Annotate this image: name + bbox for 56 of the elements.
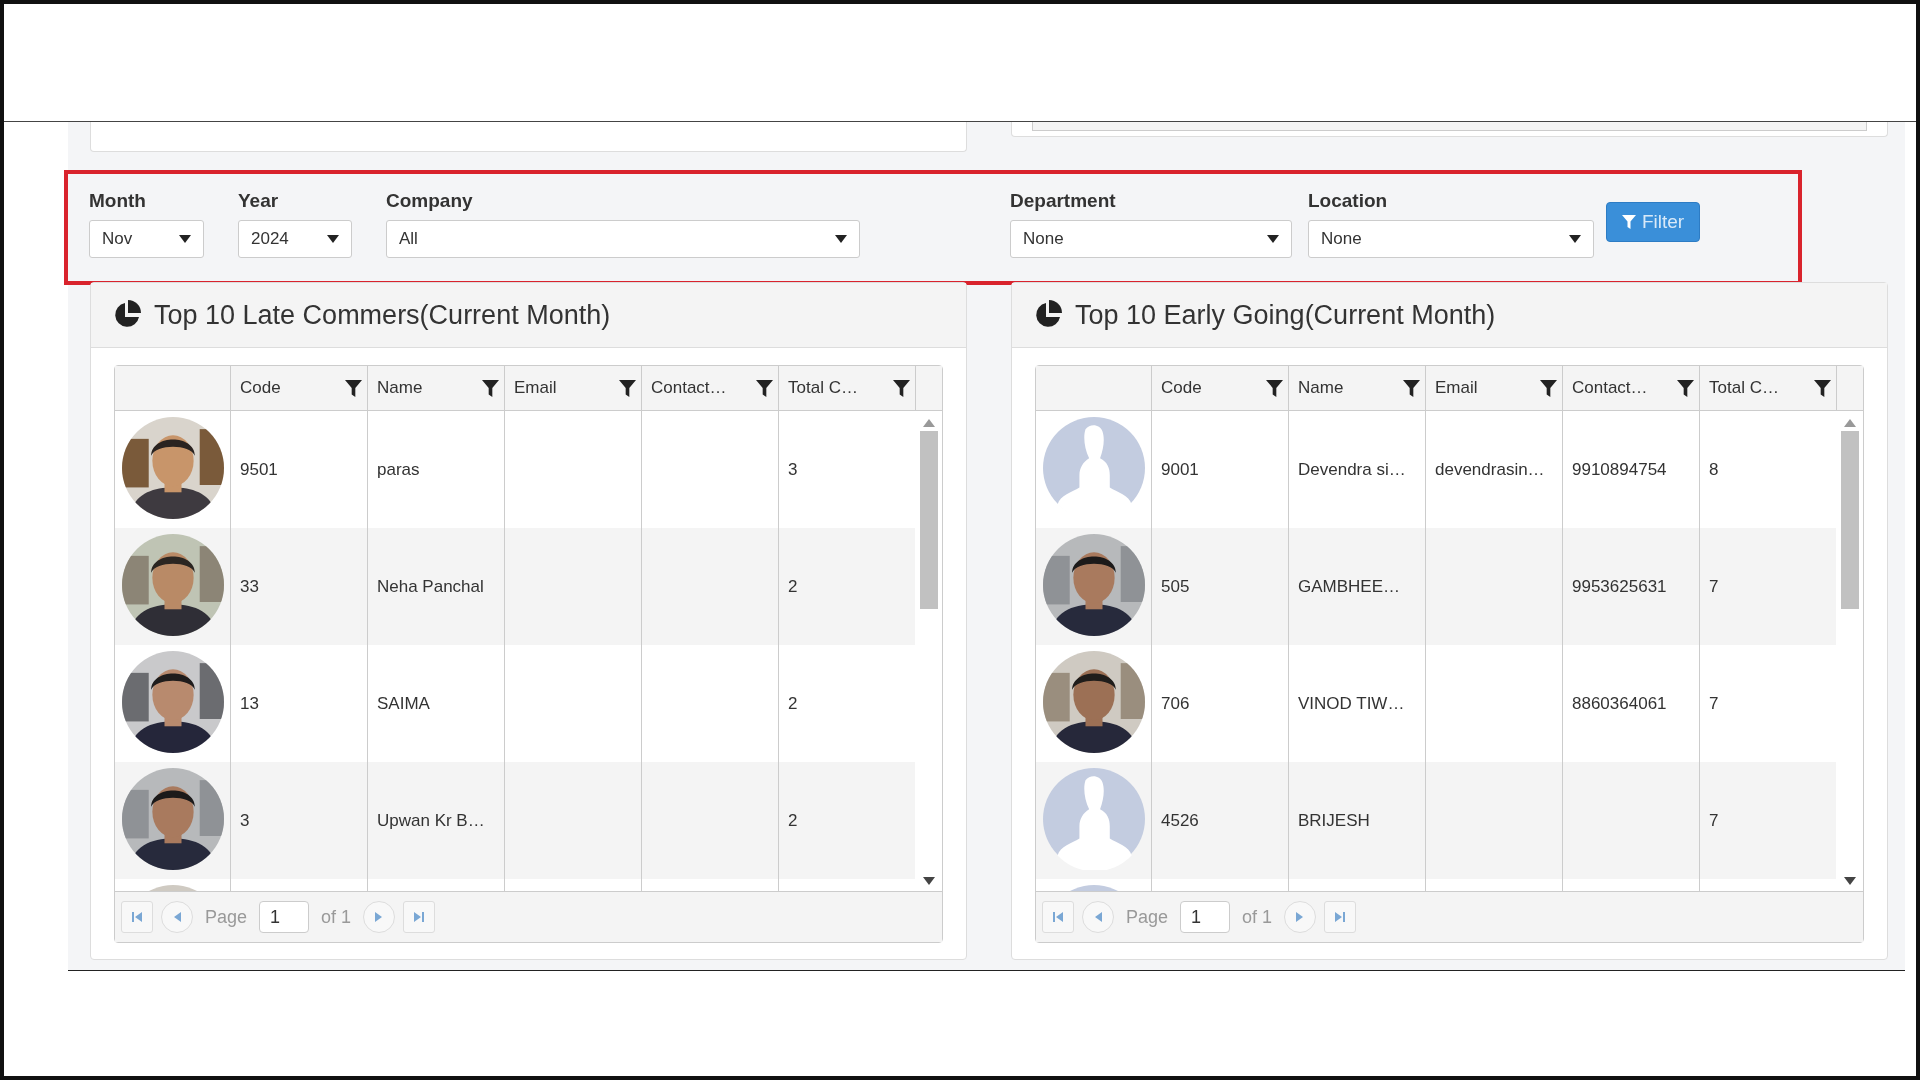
column-header[interactable]: Contact… — [1562, 366, 1699, 410]
table-cell: BRIJESH — [1298, 810, 1370, 831]
table-cell: 2 — [788, 693, 798, 714]
table-cell: 33 — [240, 576, 259, 597]
column-header[interactable]: Total C… — [778, 366, 915, 410]
column-header[interactable]: Name — [367, 366, 504, 410]
table-cell: 8860364061 — [1572, 693, 1667, 714]
table-cell: 3 — [788, 459, 798, 480]
table-cell: 7 — [1709, 810, 1719, 831]
table-cell: 9953625631 — [1572, 576, 1667, 597]
table-cell: Upwan Kr B… — [377, 810, 485, 831]
column-header[interactable]: Code — [1151, 366, 1288, 410]
page-label: Page — [1126, 906, 1169, 928]
table-cell: 9001 — [1161, 459, 1199, 480]
field-label: Location — [1308, 190, 1389, 212]
table-cell: 505 — [1161, 576, 1190, 597]
table-cell: Neha Panchal — [377, 576, 484, 597]
table-cell: 7 — [1709, 576, 1719, 597]
field-label: Company — [386, 190, 474, 212]
table-cell: 7 — [1709, 693, 1719, 714]
table-cell: devendrasin… — [1435, 459, 1545, 480]
column-header[interactable]: Email — [504, 366, 641, 410]
table-cell: 9910894754 — [1572, 459, 1667, 480]
table-cell: 2 — [788, 810, 798, 831]
dropdown[interactable]: All — [386, 220, 860, 258]
page-input[interactable]: 1 — [1180, 901, 1231, 933]
table-cell: 8 — [1709, 459, 1719, 480]
dropdown[interactable]: Nov — [89, 220, 204, 258]
page-label: Page — [205, 906, 248, 928]
field-label: Month — [89, 190, 147, 212]
panel-title: Top 10 Early Going(Current Month) — [1075, 299, 1496, 331]
page-count: of 1 — [321, 906, 352, 928]
page-count: of 1 — [1242, 906, 1273, 928]
table-cell: 3 — [240, 810, 250, 831]
dropdown[interactable]: 2024 — [238, 220, 352, 258]
table-cell: VINOD TIW… — [1298, 693, 1405, 714]
field-label: Year — [238, 190, 280, 212]
table-cell: 2 — [788, 576, 798, 597]
table-cell: paras — [377, 459, 420, 480]
column-header[interactable]: Name — [1288, 366, 1425, 410]
table-cell: SAIMA — [377, 693, 430, 714]
table-cell: 9501 — [240, 459, 278, 480]
field-label: Department — [1010, 190, 1117, 212]
column-header[interactable]: Email — [1425, 366, 1562, 410]
column-header[interactable]: Code — [230, 366, 367, 410]
column-header[interactable]: Total C… — [1699, 366, 1836, 410]
panel-title: Top 10 Late Commers(Current Month) — [154, 299, 611, 331]
table-cell: GAMBHEE… — [1298, 576, 1401, 597]
dropdown[interactable]: None — [1308, 220, 1594, 258]
dropdown[interactable]: None — [1010, 220, 1292, 258]
table-cell: 706 — [1161, 693, 1190, 714]
column-header[interactable]: Contact… — [641, 366, 778, 410]
page-input[interactable]: 1 — [259, 901, 310, 933]
table-cell: Devendra si… — [1298, 459, 1406, 480]
table-cell: 13 — [240, 693, 259, 714]
table-cell: 4526 — [1161, 810, 1199, 831]
